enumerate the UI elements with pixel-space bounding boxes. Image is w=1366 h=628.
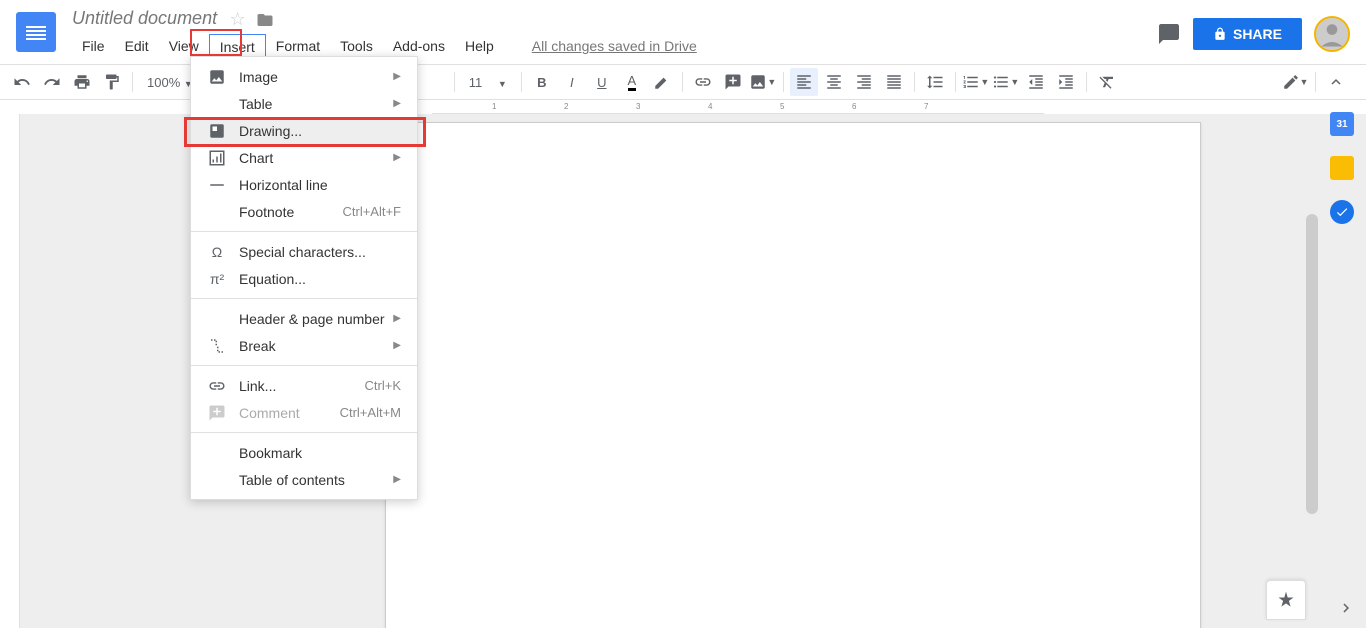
break-icon: [207, 336, 227, 356]
align-right-button[interactable]: [850, 68, 878, 96]
share-button[interactable]: SHARE: [1193, 18, 1302, 50]
scrollbar[interactable]: [1306, 214, 1318, 514]
vertical-ruler[interactable]: [0, 114, 20, 628]
star-icon[interactable]: ☆: [230, 9, 246, 30]
insert-dropdown-menu: Image ▶ Table ▶ Drawing... Chart ▶ Horiz…: [190, 56, 418, 500]
redo-button[interactable]: [38, 68, 66, 96]
insert-bookmark[interactable]: Bookmark: [191, 439, 417, 466]
paint-format-button[interactable]: [98, 68, 126, 96]
italic-button[interactable]: I: [558, 68, 586, 96]
header-right: SHARE: [1157, 16, 1350, 52]
underline-button[interactable]: U: [588, 68, 616, 96]
document-title[interactable]: Untitled document: [64, 6, 217, 28]
pi-icon: π²: [207, 269, 227, 289]
insert-chart[interactable]: Chart ▶: [191, 144, 417, 171]
insert-table-of-contents[interactable]: Table of contents ▶: [191, 466, 417, 493]
insert-comment-button[interactable]: [719, 68, 747, 96]
align-center-button[interactable]: [820, 68, 848, 96]
align-left-button[interactable]: [790, 68, 818, 96]
submenu-arrow-icon: ▶: [393, 98, 401, 109]
comment-icon: [207, 403, 227, 423]
hline-icon: [207, 175, 227, 195]
share-label: SHARE: [1233, 26, 1282, 42]
submenu-arrow-icon: ▶: [393, 313, 401, 324]
tasks-sidebar-icon[interactable]: [1330, 200, 1354, 224]
side-panel: 31: [1318, 100, 1366, 224]
insert-header-page-number[interactable]: Header & page number ▶: [191, 305, 417, 332]
undo-button[interactable]: [8, 68, 36, 96]
bold-button[interactable]: B: [528, 68, 556, 96]
editing-mode-button[interactable]: ▼: [1281, 68, 1309, 96]
insert-drawing[interactable]: Drawing...: [191, 117, 417, 144]
insert-footnote[interactable]: Footnote Ctrl+Alt+F: [191, 198, 417, 225]
insert-table[interactable]: Table ▶: [191, 90, 417, 117]
side-panel-toggle[interactable]: [1334, 596, 1358, 620]
image-icon: [207, 67, 227, 87]
text-color-button[interactable]: A: [618, 68, 646, 96]
highlight-button[interactable]: [648, 68, 676, 96]
user-avatar[interactable]: [1314, 16, 1350, 52]
title-area: Untitled document ☆ File Edit View Inser…: [64, 8, 1157, 60]
menu-edit[interactable]: Edit: [115, 34, 159, 60]
align-justify-button[interactable]: [880, 68, 908, 96]
numbered-list-button[interactable]: ▼: [962, 68, 990, 96]
insert-comment: Comment Ctrl+Alt+M: [191, 399, 417, 426]
link-icon: [207, 376, 227, 396]
save-status[interactable]: All changes saved in Drive: [532, 34, 697, 60]
submenu-arrow-icon: ▶: [393, 474, 401, 485]
bulleted-list-button[interactable]: ▼: [992, 68, 1020, 96]
drawing-icon: [207, 121, 227, 141]
submenu-arrow-icon: ▶: [393, 152, 401, 163]
submenu-arrow-icon: ▶: [393, 340, 401, 351]
docs-logo[interactable]: [16, 12, 56, 52]
insert-special-characters[interactable]: Ω Special characters...: [191, 238, 417, 265]
explore-button[interactable]: [1266, 580, 1306, 620]
header: Untitled document ☆ File Edit View Inser…: [0, 0, 1366, 64]
increase-indent-button[interactable]: [1052, 68, 1080, 96]
submenu-arrow-icon: ▶: [393, 71, 401, 82]
line-spacing-button[interactable]: [921, 68, 949, 96]
horizontal-ruler[interactable]: 1 2 3 4 5 6 7: [432, 100, 1044, 114]
insert-break[interactable]: Break ▶: [191, 332, 417, 359]
keep-sidebar-icon[interactable]: [1330, 156, 1354, 180]
lock-icon: [1213, 27, 1227, 41]
menu-file[interactable]: File: [72, 34, 115, 60]
menu-help[interactable]: Help: [455, 34, 504, 60]
insert-equation[interactable]: π² Equation...: [191, 265, 417, 292]
print-button[interactable]: [68, 68, 96, 96]
chart-icon: [207, 148, 227, 168]
comments-icon[interactable]: [1157, 22, 1181, 46]
calendar-sidebar-icon[interactable]: 31: [1330, 112, 1354, 136]
insert-link[interactable]: Link... Ctrl+K: [191, 372, 417, 399]
document-page[interactable]: [385, 122, 1201, 628]
decrease-indent-button[interactable]: [1022, 68, 1050, 96]
insert-link-button[interactable]: [689, 68, 717, 96]
folder-icon[interactable]: [256, 11, 274, 29]
insert-horizontal-line[interactable]: Horizontal line: [191, 171, 417, 198]
omega-icon: Ω: [207, 242, 227, 262]
clear-formatting-button[interactable]: [1093, 68, 1121, 96]
insert-image-button[interactable]: ▼: [749, 68, 777, 96]
collapse-toolbar-button[interactable]: [1322, 68, 1350, 96]
font-size-dropdown[interactable]: 11 ▼: [461, 75, 515, 90]
insert-image[interactable]: Image ▶: [191, 63, 417, 90]
